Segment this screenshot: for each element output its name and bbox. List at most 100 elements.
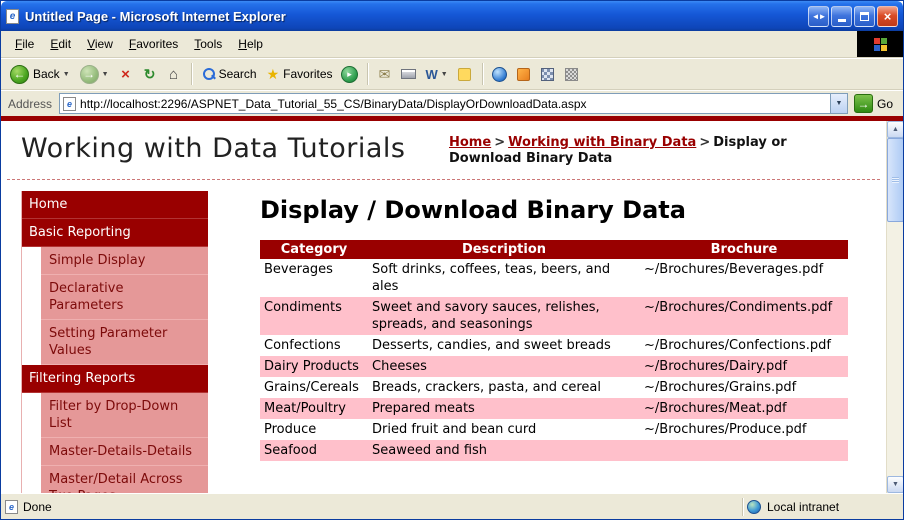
messenger-button[interactable]	[491, 65, 509, 83]
table-row: Confections Desserts, candies, and sweet…	[260, 335, 848, 356]
scrollbar-thumb[interactable]	[887, 138, 903, 222]
page-icon: e	[5, 500, 18, 514]
move-window-button[interactable]: ◄►	[808, 6, 829, 27]
toolbar-separator	[482, 63, 483, 85]
scroll-up-button[interactable]: ▲	[887, 121, 903, 138]
favorites-button[interactable]: ★ Favorites	[262, 64, 338, 85]
window-title: Untitled Page - Microsoft Internet Explo…	[25, 9, 806, 24]
sidebar-nav: Home Basic Reporting Simple Display Decl…	[21, 191, 208, 493]
address-field: e ▼	[59, 93, 848, 114]
cell-description: Breads, crackers, pasta, and cereal	[368, 377, 640, 398]
edit-with-word-button[interactable]: W ▼	[421, 65, 453, 84]
cell-brochure: ~/Brochures/Confections.pdf	[640, 335, 848, 356]
word-dropdown-icon[interactable]: ▼	[441, 71, 448, 78]
left-right-arrows-icon: ◄►	[812, 12, 826, 21]
cell-category: Condiments	[260, 297, 368, 335]
refresh-button[interactable]: ↻	[141, 65, 159, 83]
sidebar-item-filter-by-drop-down-list[interactable]: Filter by Drop-Down List	[41, 393, 208, 438]
cell-category: Grains/Cereals	[260, 377, 368, 398]
print-button[interactable]	[400, 65, 418, 83]
security-zone: Local intranet	[747, 500, 899, 514]
column-header-category: Category	[260, 240, 368, 259]
column-header-description: Description	[368, 240, 640, 259]
forward-button[interactable]: → ▼	[75, 63, 114, 86]
breadcrumb-home-link[interactable]: Home	[449, 135, 491, 150]
cell-description: Cheeses	[368, 356, 640, 377]
sidebar-item-filtering-reports[interactable]: Filtering Reports	[21, 365, 208, 393]
forward-icon: →	[80, 65, 99, 84]
menu-tools[interactable]: Tools	[186, 33, 230, 55]
maximize-button[interactable]	[854, 6, 875, 27]
home-button[interactable]: ⌂	[165, 65, 183, 83]
addressbar: Address e ▼ → Go	[1, 90, 903, 116]
menu-view[interactable]: View	[79, 33, 121, 55]
menu-file[interactable]: File	[7, 33, 42, 55]
breadcrumb-section-link[interactable]: Working with Binary Data	[508, 135, 696, 150]
cell-category: Confections	[260, 335, 368, 356]
address-input[interactable]	[76, 95, 830, 112]
menu-favorites[interactable]: Favorites	[121, 33, 186, 55]
status-text: Done	[23, 500, 52, 514]
table-row: Grains/Cereals Breads, crackers, pasta, …	[260, 377, 848, 398]
zone-label: Local intranet	[767, 500, 839, 514]
favorites-label: Favorites	[283, 67, 332, 81]
menubar: File Edit View Favorites Tools Help	[1, 31, 903, 58]
table-row: Seafood Seaweed and fish	[260, 440, 848, 461]
back-dropdown-icon[interactable]: ▼	[63, 71, 70, 78]
menu-help[interactable]: Help	[230, 33, 271, 55]
calculator-icon	[541, 68, 554, 81]
mail-button[interactable]: ✉	[376, 65, 394, 83]
refresh-icon: ↻	[144, 66, 156, 83]
table-header-row: Category Description Brochure	[260, 240, 848, 259]
media-button[interactable]: ▸	[341, 65, 359, 83]
breadcrumb-separator: >	[491, 135, 508, 150]
globe-icon	[492, 67, 507, 82]
address-label: Address	[5, 97, 59, 111]
go-label: Go	[877, 97, 893, 111]
cell-category: Beverages	[260, 259, 368, 297]
go-button[interactable]: → Go	[848, 94, 899, 113]
table-row: Produce Dried fruit and bean curd ~/Broc…	[260, 419, 848, 440]
sidebar-item-basic-reporting[interactable]: Basic Reporting	[21, 219, 208, 247]
cell-brochure: ~/Brochures/Meat.pdf	[640, 398, 848, 419]
vertical-scrollbar[interactable]: ▲ ▼	[886, 121, 903, 493]
close-button[interactable]: ×	[877, 6, 898, 27]
titlebar[interactable]: e Untitled Page - Microsoft Internet Exp…	[1, 1, 903, 31]
forward-dropdown-icon[interactable]: ▼	[102, 71, 109, 78]
page-title: Display / Download Binary Data	[260, 196, 848, 224]
sidebar-item-simple-display[interactable]: Simple Display	[41, 247, 208, 275]
sidebar-item-home[interactable]: Home	[21, 191, 208, 219]
stop-icon: ×	[121, 66, 130, 83]
research-button[interactable]	[539, 65, 557, 83]
windows-logo-icon	[874, 38, 887, 51]
menu-edit[interactable]: Edit	[42, 33, 79, 55]
sidebar-item-master-detail-across-two-pages[interactable]: Master/Detail Across Two Pages	[41, 466, 208, 493]
sidebar-item-setting-parameter-values[interactable]: Setting Parameter Values	[41, 320, 208, 365]
cell-description: Sweet and savory sauces, relishes, sprea…	[368, 297, 640, 335]
search-button[interactable]: Search	[197, 65, 262, 83]
toolbar-options-button[interactable]	[563, 65, 581, 83]
quick-launch-button[interactable]	[515, 65, 533, 83]
table-row: Beverages Soft drinks, coffees, teas, be…	[260, 259, 848, 297]
sidebar-item-declarative-parameters[interactable]: Declarative Parameters	[41, 275, 208, 320]
cell-category: Produce	[260, 419, 368, 440]
cell-description: Seaweed and fish	[368, 440, 640, 461]
minimize-button[interactable]	[831, 6, 852, 27]
stop-button[interactable]: ×	[117, 65, 135, 83]
grid-icon	[565, 68, 578, 81]
breadcrumb-separator: >	[696, 135, 713, 150]
back-button[interactable]: ← Back ▼	[5, 63, 75, 86]
cell-category: Seafood	[260, 440, 368, 461]
search-icon	[202, 68, 215, 81]
page-body: Home Basic Reporting Simple Display Decl…	[1, 180, 886, 493]
note-icon	[458, 68, 471, 81]
cell-brochure: ~/Brochures/Produce.pdf	[640, 419, 848, 440]
cell-brochure: ~/Brochures/Beverages.pdf	[640, 259, 848, 297]
back-icon: ←	[10, 65, 29, 84]
discuss-button[interactable]	[456, 65, 474, 83]
scroll-down-button[interactable]: ▼	[887, 476, 903, 493]
address-dropdown-button[interactable]: ▼	[830, 94, 847, 113]
word-icon: W	[426, 67, 438, 82]
sidebar-item-master-details-details[interactable]: Master-Details-Details	[41, 438, 208, 466]
cell-brochure: ~/Brochures/Grains.pdf	[640, 377, 848, 398]
